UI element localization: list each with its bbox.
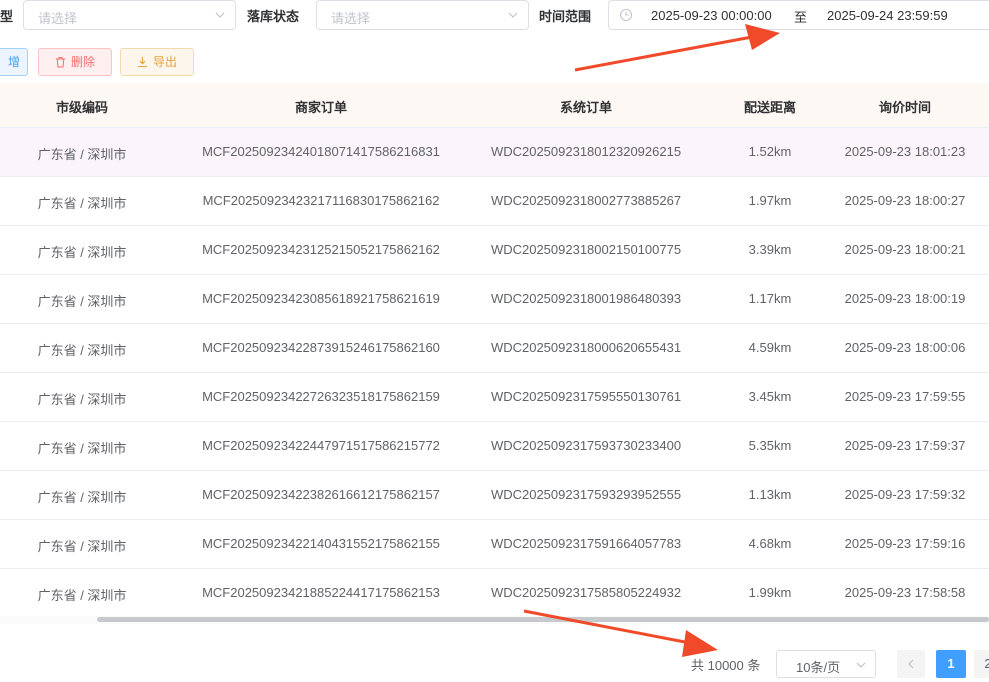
prev-page-button[interactable] [897, 650, 925, 678]
cell-merchant-order: MCF20250923422873915246175862160 [202, 340, 440, 355]
chevron-down-icon [508, 12, 518, 18]
cell-system-order: WDC2025092317593730233400 [490, 438, 682, 453]
cell-system-order: WDC2025092317585805224932 [490, 585, 682, 600]
cell-merchant-order: MCF20250923422140431552175862155 [202, 536, 440, 551]
cell-inquiry-time: 2025-09-23 17:59:32 [844, 487, 966, 502]
cell-distance: 1.13km [748, 487, 792, 502]
cell-inquiry-time: 2025-09-23 18:00:27 [844, 193, 966, 208]
column-header-system-order[interactable]: 系统订单 [560, 97, 612, 116]
table-row[interactable]: 广东省 / 深圳市 MCF202509234218852244171758621… [0, 569, 989, 618]
cell-city: 广东省 / 深圳市 [37, 147, 127, 162]
cell-inquiry-time: 2025-09-23 17:59:55 [844, 389, 966, 404]
table-row[interactable]: 广东省 / 深圳市 MCF202509234231252150521758621… [0, 226, 989, 275]
table-row[interactable]: 广东省 / 深圳市 MCF202509234224479715175862157… [0, 422, 989, 471]
cell-distance: 4.59km [748, 340, 792, 355]
horizontal-scrollbar-thumb[interactable] [97, 617, 989, 622]
table-row[interactable]: 广东省 / 深圳市 MCF202509234240180714175862168… [0, 128, 989, 177]
cell-distance: 1.97km [748, 193, 792, 208]
cell-city: 广东省 / 深圳市 [37, 196, 127, 211]
table-row[interactable]: 广东省 / 深圳市 MCF202509234228739152461758621… [0, 324, 989, 373]
cell-distance: 4.68km [748, 536, 792, 551]
cell-city: 广东省 / 深圳市 [37, 392, 127, 407]
cell-city: 广东省 / 深圳市 [37, 441, 127, 456]
cell-system-order: WDC2025092318001986480393 [490, 291, 682, 306]
cell-inquiry-time: 2025-09-23 17:58:58 [844, 585, 966, 600]
cell-distance: 5.35km [748, 438, 792, 453]
cell-merchant-order: MCF20250923424018071417586216831 [202, 144, 440, 159]
column-header-distance[interactable]: 配送距离 [744, 97, 796, 116]
table-row[interactable]: 广东省 / 深圳市 MCF202509234221404315521758621… [0, 520, 989, 569]
storage-select-placeholder: 请选择 [331, 11, 371, 26]
cell-system-order: WDC2025092317595550130761 [490, 389, 682, 404]
cell-system-order: WDC2025092318012320926215 [490, 144, 682, 159]
arrow-icon [574, 24, 780, 72]
cell-system-order: WDC2025092318002150100775 [490, 242, 682, 257]
cell-inquiry-time: 2025-09-23 18:01:23 [844, 144, 966, 159]
cell-merchant-order: MCF202509234231252150521758621​62 [202, 242, 440, 257]
cell-city: 广东省 / 深圳市 [37, 245, 127, 260]
page-2-button[interactable]: 2 [974, 650, 989, 678]
cell-inquiry-time: 2025-09-23 17:59:37 [844, 438, 966, 453]
column-header-merchant-order[interactable]: 商家订单 [295, 97, 347, 116]
time-range-end[interactable]: 2025-09-24 23:59:59 [827, 8, 948, 23]
storage-status-label: 落库状态 [247, 9, 300, 24]
delete-button[interactable]: 删除 [38, 48, 112, 76]
add-button[interactable]: 增 [0, 48, 28, 76]
type-select-placeholder: 请选择 [38, 11, 78, 26]
time-range-picker[interactable]: 2025-09-23 00:00:00 至 2025-09-24 23:59:5… [608, 0, 989, 30]
cell-system-order: WDC2025092318002773885267 [490, 193, 682, 208]
cell-merchant-order: MCF20250923421885224417175862153 [202, 585, 440, 600]
table-row[interactable]: 广东省 / 深圳市 MCF202509234230856189217586216… [0, 275, 989, 324]
cell-distance: 3.39km [748, 242, 792, 257]
export-button[interactable]: 导出 [120, 48, 194, 76]
cell-city: 广东省 / 深圳市 [37, 490, 127, 505]
cell-system-order: WDC2025092317593293952555 [490, 487, 682, 502]
cell-merchant-order: MCF20250923423085618921758621619 [202, 291, 440, 306]
column-header-inquiry-time[interactable]: 询价时间 [879, 97, 931, 116]
page-size-value: 10条/页 [796, 660, 841, 675]
table-row[interactable]: 广东省 / 深圳市 MCF202509234232171168301758621… [0, 177, 989, 226]
cell-distance: 1.99km [748, 585, 792, 600]
cell-distance: 1.52km [748, 144, 792, 159]
cell-inquiry-time: 2025-09-23 18:00:06 [844, 340, 966, 355]
column-header-city-code[interactable]: 市级编码 [56, 97, 108, 116]
time-range-label: 时间范围 [539, 9, 592, 24]
cell-merchant-order: MCF2025092342321711683017586216​2 [202, 193, 440, 208]
cell-distance: 1.17km [748, 291, 792, 306]
cell-merchant-order: MCF20250923422447971517586215772 [202, 438, 440, 453]
cell-city: 广东省 / 深圳市 [37, 539, 127, 554]
chevron-down-icon [215, 12, 225, 18]
chevron-left-icon [908, 659, 914, 669]
time-range-separator: 至 [794, 10, 808, 25]
cell-inquiry-time: 2025-09-23 17:59:16 [844, 536, 966, 551]
cell-city: 广东省 / 深圳市 [37, 343, 127, 358]
table-row[interactable]: 广东省 / 深圳市 MCF202509234227263235181758621… [0, 373, 989, 422]
storage-status-select[interactable]: 请选择 [316, 0, 529, 30]
add-button-label: 增 [7, 55, 20, 69]
export-button-label: 导出 [152, 55, 177, 69]
cell-system-order: WDC2025092317591664057783 [490, 536, 682, 551]
chevron-down-icon [856, 662, 866, 668]
cell-city: 广东省 / 深圳市 [37, 294, 127, 309]
cell-distance: 3.45km [748, 389, 792, 404]
page-1-button[interactable]: 1 [936, 650, 966, 678]
table-header: 市级编码 商家订单 系统订单 配送距离 询价时间 [0, 83, 989, 128]
cell-merchant-order: MCF20250923422382616612175862157 [202, 487, 440, 502]
cell-city: 广东省 / 深圳市 [37, 588, 127, 603]
page-size-select[interactable]: 10条/页 [776, 650, 876, 678]
time-range-start[interactable]: 2025-09-23 00:00:00 [651, 8, 772, 23]
type-filter-label: 型 [0, 9, 14, 24]
cell-merchant-order: MCF20250923422726323518175862159 [202, 389, 440, 404]
clock-icon [619, 8, 633, 22]
cell-inquiry-time: 2025-09-23 18:00:21 [844, 242, 966, 257]
cell-system-order: WDC2025092318000620655431 [490, 340, 682, 355]
table-row[interactable]: 广东省 / 深圳市 MCF202509234223826166121758621… [0, 471, 989, 520]
download-icon [137, 57, 147, 68]
total-count: 共 10000 条 [691, 658, 761, 673]
cell-inquiry-time: 2025-09-23 18:00:19 [844, 291, 966, 306]
type-select[interactable]: 请选择 [23, 0, 236, 30]
trash-icon [55, 57, 65, 68]
delete-button-label: 删除 [70, 55, 95, 69]
